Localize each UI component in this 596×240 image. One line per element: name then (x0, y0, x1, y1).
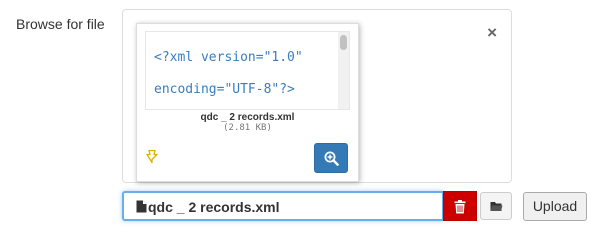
zoom-button[interactable] (314, 143, 348, 173)
preview-scrollbar[interactable] (338, 32, 349, 109)
trash-icon (454, 200, 466, 214)
zoom-in-icon (324, 151, 339, 166)
browse-button[interactable] (480, 192, 512, 220)
file-caption: qdc _ 2 records.xml (2.81 KB) (137, 112, 358, 134)
file-caption-input[interactable]: qdc _ 2 records.xml (122, 191, 443, 221)
xml-code-preview: <?xml version="1.0" encoding="UTF-8"?> (154, 42, 303, 106)
browse-for-file-label: Browse for file (16, 16, 105, 32)
file-preview-thumbnail: <?xml version="1.0" encoding="UTF-8"?> q… (136, 23, 359, 182)
preview-scrollbar-thumb[interactable] (340, 35, 347, 50)
file-content-preview[interactable]: <?xml version="1.0" encoding="UTF-8"?> (145, 31, 350, 110)
close-icon[interactable]: × (487, 24, 497, 41)
upload-button[interactable]: Upload (523, 192, 587, 221)
file-icon (136, 200, 147, 213)
remove-button[interactable] (443, 191, 477, 221)
code-line-2: encoding="UTF-8"?> (154, 82, 295, 97)
file-drop-zone[interactable]: × <?xml version="1.0" encoding="UTF-8"?>… (122, 9, 512, 183)
code-line-1: <?xml version="1.0" (154, 50, 303, 65)
drag-handle-icon[interactable] (145, 149, 159, 164)
selected-file-name: qdc _ 2 records.xml (148, 199, 280, 215)
folder-open-icon (490, 202, 503, 211)
preview-file-size: (2.81 KB) (223, 123, 272, 133)
preview-file-name: qdc _ 2 records.xml (200, 112, 295, 123)
